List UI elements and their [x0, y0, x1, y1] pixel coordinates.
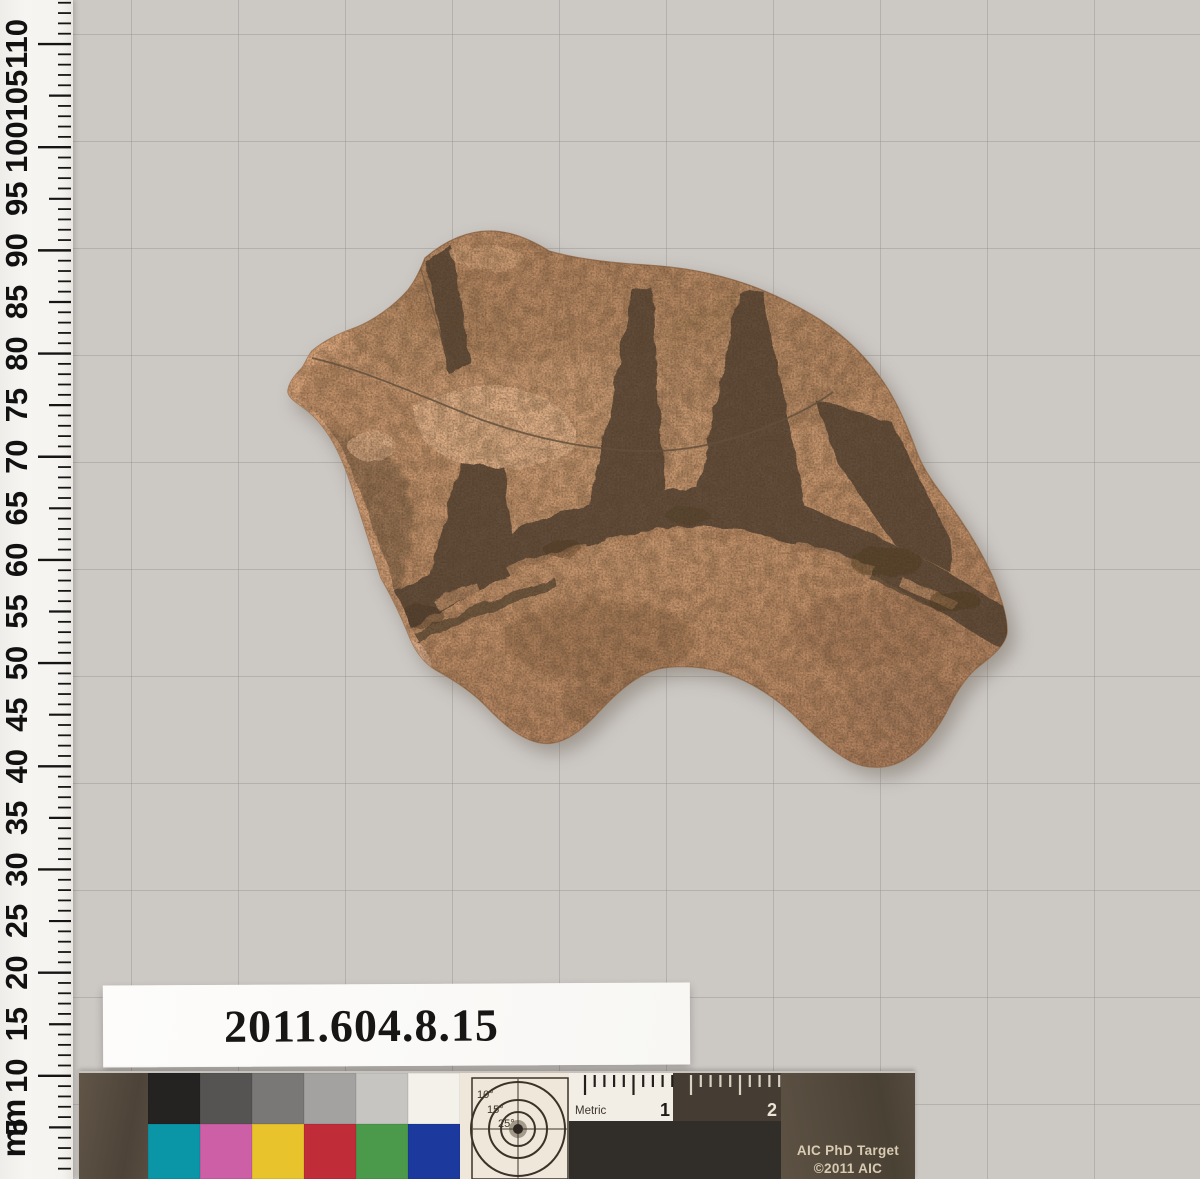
grayscale-patch [304, 1073, 356, 1124]
grayscale-patch [200, 1073, 252, 1124]
target-right-block: AIC PhD Target ©2011 AIC [781, 1073, 915, 1179]
ruler-label: 70 [0, 439, 34, 473]
accession-number: 2011.604.8.15 [224, 998, 499, 1052]
metric-label: Metric [575, 1105, 607, 1117]
grayscale-patch [148, 1073, 200, 1124]
ruler-label: 110 [0, 19, 34, 69]
degree-label: 15° [487, 1104, 504, 1116]
color-patch [252, 1124, 304, 1179]
color-row [148, 1124, 460, 1179]
color-patch [148, 1124, 200, 1179]
color-target: 10° 15° 25° Metric 1 2 AIC PhD Target ©2… [79, 1071, 915, 1179]
blotch-texture [288, 231, 1007, 767]
ruler-label: 90 [0, 233, 34, 267]
color-patch [200, 1124, 252, 1179]
ruler-label: 10 [0, 1059, 34, 1093]
ruler-label: 75 [0, 388, 34, 422]
accession-label: 2011.604.8.15 [103, 982, 690, 1067]
bullseye-panel: 10° 15° 25° [460, 1073, 569, 1179]
ruler-label: 50 [0, 646, 34, 680]
ruler-label: 65 [0, 491, 34, 525]
target-dark-slab [569, 1121, 781, 1179]
bullseye: 10° 15° 25° [460, 1073, 569, 1179]
ruler-label: 20 [0, 955, 34, 989]
target-patches [148, 1073, 460, 1179]
degree-label: 25° [498, 1118, 515, 1130]
target-left-block [79, 1073, 148, 1179]
ruler-label: 35 [0, 801, 34, 835]
target-title: AIC PhD Target [797, 1142, 899, 1160]
color-patch [356, 1124, 408, 1179]
ruler-label: 95 [0, 182, 34, 216]
grayscale-patch [252, 1073, 304, 1124]
ruler-label: 30 [0, 852, 34, 886]
ruler-unit-label: mm [0, 1099, 32, 1158]
ruler-label: 60 [0, 543, 34, 577]
degree-label: 10° [477, 1089, 494, 1101]
grayscale-patch [408, 1073, 460, 1124]
metric-ruler-scale: Metric 1 2 [569, 1073, 781, 1121]
color-patch [304, 1124, 356, 1179]
ruler-label: 55 [0, 594, 34, 628]
scale-number-2: 2 [767, 1100, 777, 1120]
metric-ruler: Metric 1 2 [569, 1073, 781, 1179]
photo-stage: 5101520253035404550556065707580859095100… [0, 0, 1200, 1179]
ruler-label: 85 [0, 285, 34, 319]
target-copyright: ©2011 AIC [814, 1160, 882, 1178]
ruler-label: 25 [0, 904, 34, 938]
ruler-label: 15 [0, 1007, 34, 1041]
ruler-label: 45 [0, 697, 34, 731]
scale-number-1: 1 [660, 1100, 670, 1120]
ruler-label: 105 [0, 70, 34, 122]
mm-ruler: 5101520253035404550556065707580859095100… [0, 0, 73, 1179]
ruler-label: 100 [0, 121, 34, 173]
ruler-label: 40 [0, 749, 34, 783]
color-patch [408, 1124, 460, 1179]
ruler-label: 80 [0, 336, 34, 370]
grayscale-row [148, 1073, 460, 1124]
grayscale-patch [356, 1073, 408, 1124]
